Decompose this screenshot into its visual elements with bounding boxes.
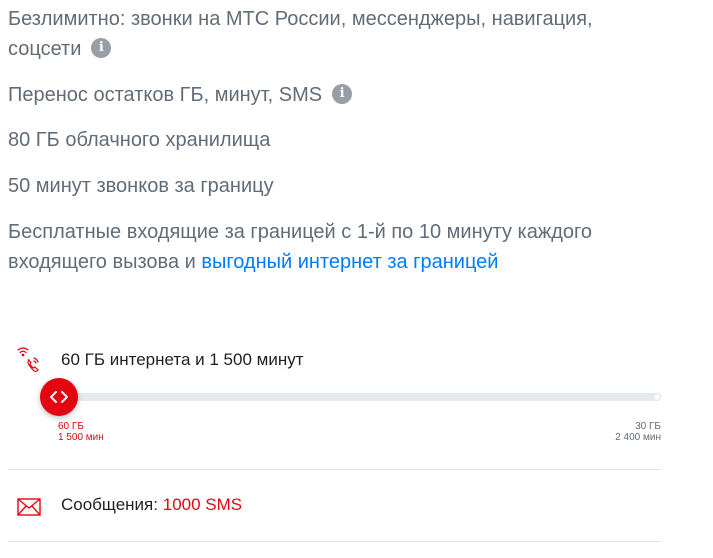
feature-roaming-line1: Бесплатные входящие за границей с 1-й по… <box>8 221 593 243</box>
feature-roaming-incoming: Бесплатные входящие за границей с 1-й по… <box>8 217 592 277</box>
slider-max-label: 30 ГБ 2 400 мин <box>615 421 661 443</box>
slider-max-gb: 30 ГБ <box>635 421 661 432</box>
feature-rollover-text: Перенос остатков ГБ, минут, SMS <box>8 84 323 106</box>
sms-value: 1000 SMS <box>162 495 243 514</box>
feature-cloud-storage: 80 ГБ облачного хранилища <box>8 129 271 151</box>
feature-roaming-prefix: входящего вызова и <box>8 251 196 273</box>
slider-min-minutes: 1 500 мин <box>58 432 104 443</box>
slider-min-label: 60 ГБ 1 500 мин <box>58 421 104 443</box>
feature-unlimited-text: соцсети <box>8 38 82 60</box>
feature-roaming-minutes: 50 минут звонков за границу <box>8 175 274 197</box>
feature-unlimited-line2: соцсети i <box>8 34 593 64</box>
roaming-internet-link[interactable]: выгодный интернет за границей <box>201 251 498 273</box>
divider <box>8 469 661 470</box>
feature-unlimited-line1: Безлимитно: звонки на МТС России, мессен… <box>8 8 593 30</box>
bundle-slider-handle[interactable] <box>40 378 78 416</box>
bundle-slider-track[interactable] <box>56 393 661 401</box>
info-icon[interactable]: i <box>332 83 353 104</box>
bundle-label: 60 ГБ интернета и 1 500 минут <box>61 350 304 369</box>
slider-max-minutes: 2 400 мин <box>615 432 661 443</box>
info-icon[interactable]: i <box>91 37 112 58</box>
bundle-slider-end <box>653 393 661 401</box>
feature-unlimited: Безлимитно: звонки на МТС России, мессен… <box>8 4 593 64</box>
wifi-phone-icon <box>17 346 43 376</box>
divider <box>8 541 661 542</box>
chevron-left-right-icon <box>50 391 68 403</box>
feature-rollover: Перенос остатков ГБ, минут, SMS i <box>8 80 353 110</box>
slider-min-gb: 60 ГБ <box>58 421 84 432</box>
sms-row: Сообщения: 1000 SMS <box>61 495 242 515</box>
feature-roaming-line2: входящего вызова и выгодный интернет за … <box>8 247 592 277</box>
sms-label: Сообщения: <box>61 495 158 514</box>
envelope-icon <box>17 498 41 521</box>
